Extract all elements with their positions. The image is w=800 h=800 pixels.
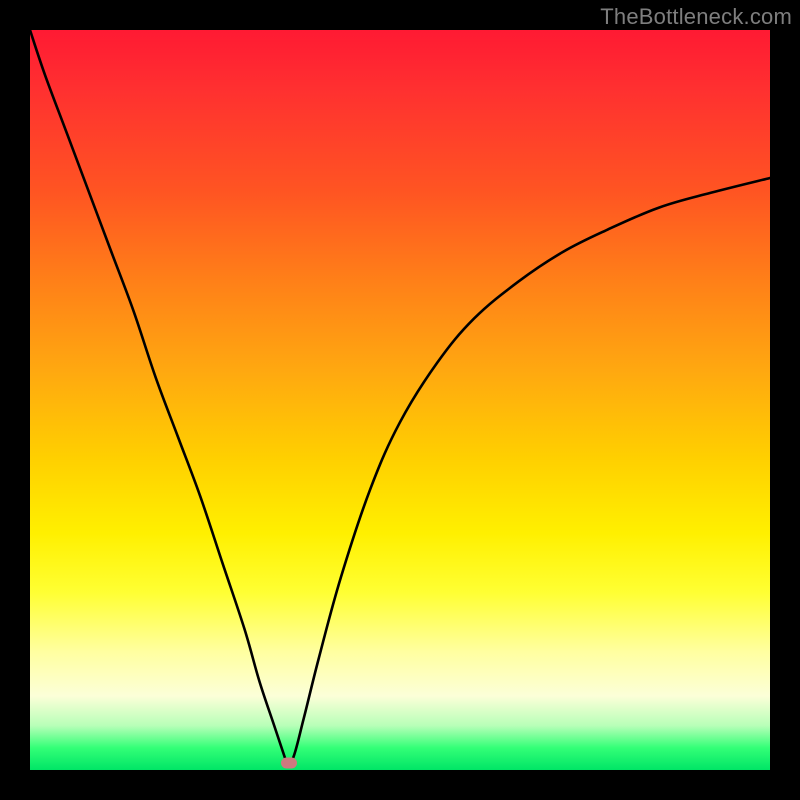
chart-frame: TheBottleneck.com — [0, 0, 800, 800]
optimum-marker — [281, 757, 297, 768]
plot-area — [30, 30, 770, 770]
watermark-text: TheBottleneck.com — [600, 4, 792, 30]
bottleneck-curve — [30, 30, 770, 770]
